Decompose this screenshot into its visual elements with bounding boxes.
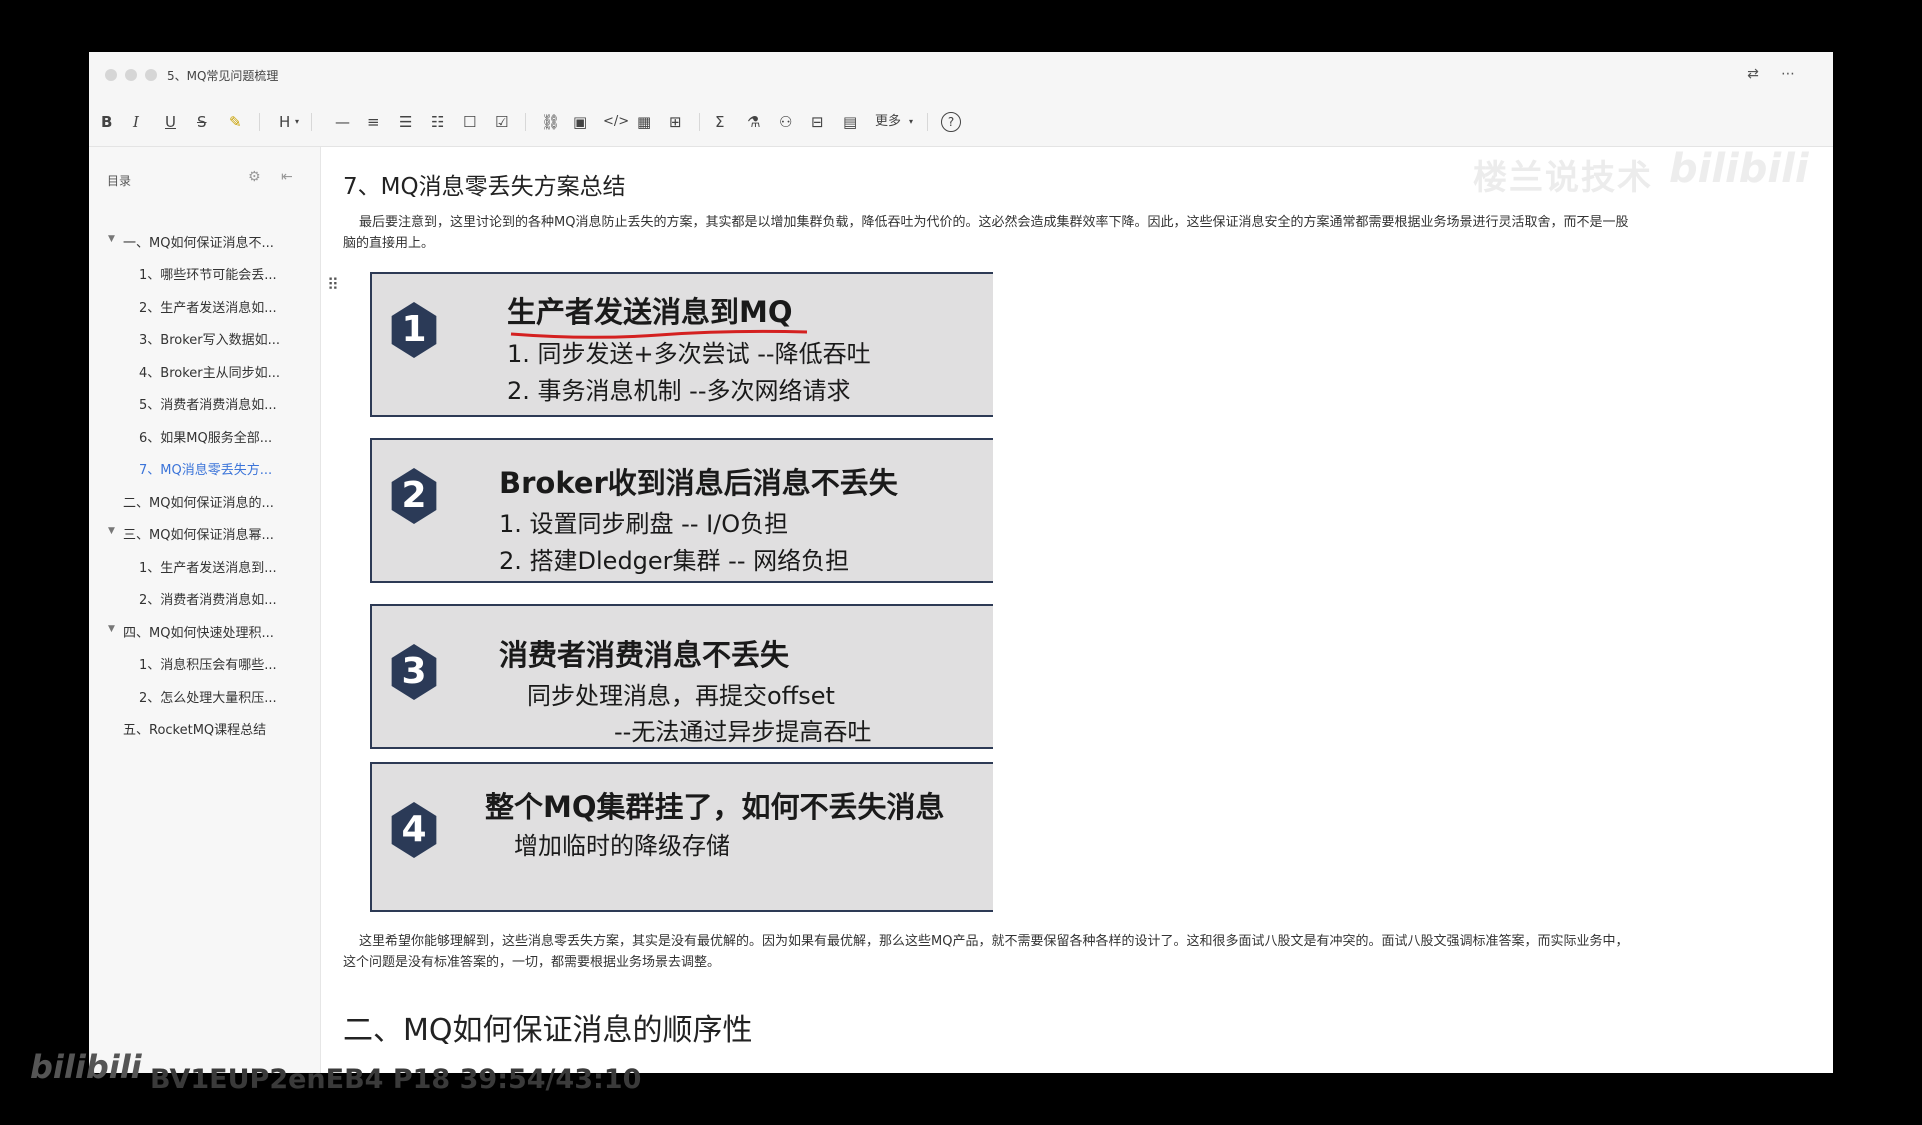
window-title: 5、MQ常见问题梳理 xyxy=(167,69,279,83)
zoom-window-button[interactable] xyxy=(145,69,157,81)
heading-dropdown-icon[interactable]: ▾ xyxy=(295,112,299,132)
switch-mode-icon[interactable]: ⇄ xyxy=(1744,65,1762,83)
toc-item[interactable]: 2、生产者发送消息如... xyxy=(139,297,277,316)
table-icon[interactable]: ⊞ xyxy=(669,112,682,132)
toolbar-divider xyxy=(525,113,526,131)
toc-settings-icon[interactable]: ⚙ xyxy=(248,169,261,185)
toc-item-active[interactable]: 7、MQ消息零丢失方... xyxy=(139,459,272,478)
card-number-badge: 3 xyxy=(391,644,437,700)
editor-window: 5、MQ常见问题梳理 ⇄ ⋯ B I U S ✎ H ▾ — ≡ ☰ ☷ ☐ ☑… xyxy=(89,52,1833,1073)
more-button[interactable]: 更多 xyxy=(875,112,901,132)
minimize-window-button[interactable] xyxy=(125,69,137,81)
toolbar-divider xyxy=(699,113,700,131)
card-line: 2. 事务消息机制 --多次网络请求 xyxy=(507,377,851,405)
heading-button[interactable]: H xyxy=(279,112,290,132)
expand-arrow-icon[interactable]: ▼ xyxy=(108,624,115,634)
toc-item[interactable]: 4、Broker主从同步如... xyxy=(139,362,280,381)
help-button[interactable]: ? xyxy=(941,112,961,132)
toc-item[interactable]: 2、怎么处理大量积压... xyxy=(139,687,277,706)
strikethrough-button[interactable]: S xyxy=(197,112,207,132)
mindmap-icon[interactable]: ⚇ xyxy=(779,112,792,132)
toolbar-divider xyxy=(927,113,928,131)
format-toolbar: B I U S ✎ H ▾ — ≡ ☰ ☷ ☐ ☑ ⛓ ▣ </> ▦ ⊞ Σ … xyxy=(89,98,1833,198)
card-line: 2. 搭建Dledger集群 -- 网络负担 xyxy=(499,547,850,575)
bullet-list-icon[interactable]: ☰ xyxy=(399,112,412,132)
italic-button[interactable]: I xyxy=(133,112,139,132)
bilibili-logo: bilibili xyxy=(30,1048,142,1086)
slide-image: 1 生产者发送消息到MQ 1. 同步发送+多次尝试 --降低吞吐 2. 事务消息… xyxy=(370,272,995,912)
horizontal-rule-icon[interactable]: — xyxy=(335,112,350,132)
align-icon[interactable]: ≡ xyxy=(367,112,380,132)
embed-icon[interactable]: ⊟ xyxy=(811,112,824,132)
toc-item[interactable]: 三、MQ如何保证消息幂... xyxy=(123,524,274,543)
calendar-icon[interactable]: ▦ xyxy=(637,112,651,132)
numbered-list-icon[interactable]: ☷ xyxy=(431,112,444,132)
card-number-badge: 4 xyxy=(391,802,437,858)
formula-icon[interactable]: Σ xyxy=(715,112,724,132)
close-window-button[interactable] xyxy=(105,69,117,81)
slide-card-2: 2 Broker收到消息后消息不丢失 1. 设置同步刷盘 -- I/O负担 2.… xyxy=(370,438,993,583)
slide-card-3: 3 消费者消费消息不丢失 同步处理消息，再提交offset --无法通过异步提高… xyxy=(370,604,993,749)
expand-arrow-icon[interactable]: ▼ xyxy=(108,526,115,536)
image-icon[interactable]: ▣ xyxy=(573,112,587,132)
flask-icon[interactable]: ⚗ xyxy=(747,112,760,132)
code-icon[interactable]: </> xyxy=(603,112,629,132)
card-line: 1. 同步发送+多次尝试 --降低吞吐 xyxy=(507,340,871,368)
highlight-icon[interactable]: ✎ xyxy=(229,112,242,132)
next-section-heading: 二、MQ如何保证消息的顺序性 xyxy=(343,1013,753,1048)
card-title: 生产者发送消息到MQ xyxy=(507,295,793,329)
collapse-sidebar-icon[interactable]: ⇤ xyxy=(281,169,293,185)
checkbox-icon[interactable]: ☐ xyxy=(463,112,476,132)
toc-item[interactable]: 3、Broker写入数据如... xyxy=(139,329,280,348)
video-id-overlay: BV1EUP2enEB4 P18 39:54/43:10 xyxy=(150,1064,642,1095)
document-content[interactable]: 7、MQ消息零丢失方案总结 最后要注意到，这里讨论到的各种MQ消息防止丢失的方案… xyxy=(321,147,1833,1073)
card-title: 消费者消费消息不丢失 xyxy=(499,638,790,672)
title-bar: 5、MQ常见问题梳理 ⇄ ⋯ xyxy=(89,52,1833,98)
card-line: --无法通过异步提高吞吐 xyxy=(614,718,872,746)
underline-button[interactable]: U xyxy=(165,112,176,132)
toc-item[interactable]: 1、哪些环节可能会丢... xyxy=(139,264,277,283)
more-dropdown-icon[interactable]: ▾ xyxy=(909,112,913,132)
toc-item[interactable]: 五、RocketMQ课程总结 xyxy=(123,719,266,738)
card-title: 整个MQ集群挂了，如何不丢失消息 xyxy=(485,790,945,824)
link-icon[interactable]: ⛓ xyxy=(541,112,560,132)
task-list-icon[interactable]: ☑ xyxy=(495,112,508,132)
card-title: Broker收到消息后消息不丢失 xyxy=(499,466,898,500)
card-line: 增加临时的降级存储 xyxy=(514,832,730,860)
toc-item[interactable]: 四、MQ如何快速处理积... xyxy=(123,622,274,641)
toc-item[interactable]: 二、MQ如何保证消息的... xyxy=(123,492,274,511)
card-number-badge: 1 xyxy=(391,302,437,358)
toc-sidebar: 目录 ⚙ ⇤ ▼ 一、MQ如何保证消息不... 1、哪些环节可能会丢... 2、… xyxy=(89,147,321,1073)
toolbar-divider xyxy=(259,113,260,131)
toc-title: 目录 xyxy=(107,174,132,188)
toc-item[interactable]: 5、消费者消费消息如... xyxy=(139,394,277,413)
toc-item[interactable]: 2、消费者消费消息如... xyxy=(139,589,277,608)
outro-paragraph-line: 这个问题是没有标准答案的，一切，都需要根据业务场景去调整。 xyxy=(343,955,721,970)
drag-handle-icon[interactable]: ⠿ xyxy=(327,275,339,294)
intro-paragraph-line: 脑的直接用上。 xyxy=(343,236,435,251)
card-number-badge: 2 xyxy=(391,468,437,524)
bold-button[interactable]: B xyxy=(101,112,112,132)
card-line: 同步处理消息，再提交offset xyxy=(527,682,835,710)
slide-card-4: 4 整个MQ集群挂了，如何不丢失消息 增加临时的降级存储 xyxy=(370,762,993,912)
expand-arrow-icon[interactable]: ▼ xyxy=(108,234,115,244)
section-heading: 7、MQ消息零丢失方案总结 xyxy=(343,174,626,200)
toc-item[interactable]: 6、如果MQ服务全部... xyxy=(139,427,272,446)
more-options-icon[interactable]: ⋯ xyxy=(1779,65,1797,83)
toolbar-divider xyxy=(311,113,312,131)
slide-card-1: 1 生产者发送消息到MQ 1. 同步发送+多次尝试 --降低吞吐 2. 事务消息… xyxy=(370,272,993,417)
card-line: 1. 设置同步刷盘 -- I/O负担 xyxy=(499,510,789,538)
intro-paragraph-line: 最后要注意到，这里讨论到的各种MQ消息防止丢失的方案，其实都是以增加集群负载，降… xyxy=(359,215,1629,230)
toc-item[interactable]: 一、MQ如何保证消息不... xyxy=(123,232,274,251)
outro-paragraph-line: 这里希望你能够理解到，这些消息零丢失方案，其实是没有最优解的。因为如果有最优解，… xyxy=(359,934,1629,949)
toc-item[interactable]: 1、消息积压会有哪些... xyxy=(139,654,277,673)
note-icon[interactable]: ▤ xyxy=(843,112,857,132)
toc-item[interactable]: 1、生产者发送消息到... xyxy=(139,557,277,576)
